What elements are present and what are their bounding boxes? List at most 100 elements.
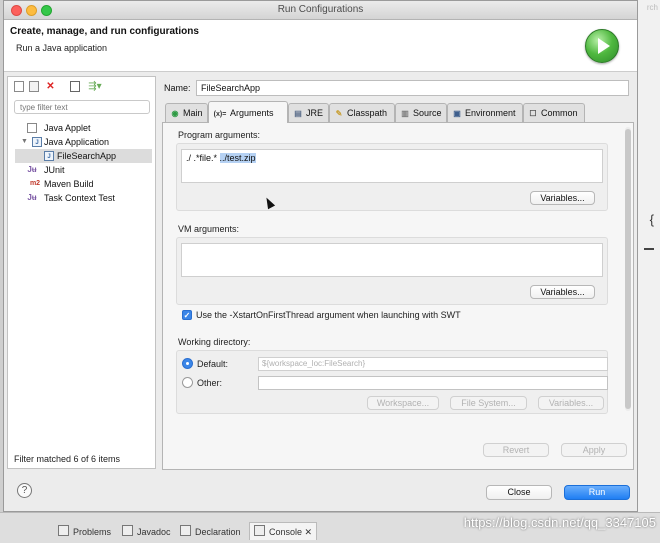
run-banner-icon xyxy=(585,29,619,63)
run-configurations-dialog: Run Configurations Create, manage, and r… xyxy=(3,0,638,512)
tree-item-label: Java Applet xyxy=(44,123,91,133)
maven-icon: m2 xyxy=(29,180,41,187)
tab-environment[interactable]: ▣ Environment xyxy=(447,103,523,122)
jre-tab-icon: ▤ xyxy=(294,109,302,118)
tree-item-label: Task Context Test xyxy=(44,193,115,203)
duplicate-configuration-icon[interactable] xyxy=(29,81,39,92)
tree-item-label: Java Application xyxy=(44,137,110,147)
program-arguments-text: ./ .*file.* xyxy=(186,153,220,163)
tab-label: Console xyxy=(269,527,303,537)
vm-arguments-textarea[interactable] xyxy=(181,243,603,277)
tab-console[interactable]: Console ✕ xyxy=(249,522,318,540)
filter-input[interactable] xyxy=(14,100,150,114)
filter-dropdown-icon[interactable]: ⇶▾ xyxy=(86,81,104,92)
tree-item-label: Maven Build xyxy=(44,179,94,189)
vm-arguments-label: VM arguments: xyxy=(178,224,240,234)
tree-item-filesearchapp[interactable]: J FileSearchApp xyxy=(15,149,152,163)
watermark-url: https://blog.csdn.net/qq_3347105 xyxy=(463,515,656,530)
tree-item-java-applet[interactable]: Java Applet xyxy=(8,121,155,135)
tree-item-junit[interactable]: Jʉ JUnit xyxy=(8,163,155,177)
tab-label: Source xyxy=(413,108,442,118)
java-applet-icon xyxy=(27,123,37,133)
vm-variables-button[interactable]: Variables... xyxy=(530,285,595,299)
expand-arrow-icon[interactable]: ▼ xyxy=(21,135,28,149)
main-tab-icon: ◉ xyxy=(171,109,179,118)
revert-button[interactable]: Revert xyxy=(483,443,549,457)
background-editor-right: rch { xyxy=(638,0,660,542)
maximize-window-button[interactable] xyxy=(41,5,52,16)
help-icon[interactable]: ? xyxy=(17,483,32,498)
working-directory-group: Default: ${workspace_loc:FileSearch} Oth… xyxy=(176,350,608,414)
program-arguments-group: ./ .*file.* ../test.zip Variables... xyxy=(176,143,608,211)
tab-arguments[interactable]: (x)= Arguments xyxy=(208,101,288,123)
program-variables-button[interactable]: Variables... xyxy=(530,191,595,205)
tab-jre[interactable]: ▤ JRE xyxy=(288,103,329,122)
close-tab-icon[interactable]: ✕ xyxy=(305,527,313,537)
tree-item-java-application[interactable]: ▼ J Java Application xyxy=(8,135,155,149)
name-field[interactable] xyxy=(196,80,629,96)
tab-label: Declaration xyxy=(195,527,241,537)
delete-configuration-icon[interactable]: ✕ xyxy=(45,81,56,92)
minimize-window-button[interactable] xyxy=(26,5,37,16)
tree-item-maven-build[interactable]: m2 Maven Build xyxy=(8,177,155,191)
working-directory-label: Working directory: xyxy=(178,337,251,347)
banner-title: Create, manage, and run configurations xyxy=(10,26,199,37)
other-radio[interactable] xyxy=(182,377,193,388)
java-application-icon: J xyxy=(44,151,54,161)
close-button[interactable]: Close xyxy=(486,485,552,500)
vm-arguments-group: Variables... xyxy=(176,237,608,305)
run-button[interactable]: Run xyxy=(564,485,630,500)
javadoc-icon xyxy=(122,525,133,536)
tab-label: Problems xyxy=(73,527,112,537)
program-arguments-selected-text: ../test.zip xyxy=(219,153,256,163)
background-search-text: rch xyxy=(646,3,658,12)
banner-subtitle: Run a Java application xyxy=(16,43,108,53)
workspace-button[interactable]: Workspace... xyxy=(367,396,439,410)
tab-label: Environment xyxy=(465,108,516,118)
tab-classpath[interactable]: ✎ Classpath xyxy=(329,103,395,122)
other-directory-field[interactable] xyxy=(258,376,608,390)
classpath-tab-icon: ✎ xyxy=(335,109,343,118)
console-icon xyxy=(254,525,265,536)
collapse-all-icon[interactable] xyxy=(70,81,80,92)
xstart-checkbox[interactable]: ✓ xyxy=(182,310,192,320)
tab-javadoc[interactable]: Javadoc xyxy=(122,525,171,537)
filter-status-text: Filter matched 6 of 6 items xyxy=(14,454,121,464)
close-window-button[interactable] xyxy=(11,5,22,16)
junit-icon: Jʉ xyxy=(27,193,37,202)
xstart-label: Use the -XstartOnFirstThread argument wh… xyxy=(196,310,461,320)
java-application-icon: J xyxy=(32,137,42,147)
new-configuration-icon[interactable] xyxy=(14,81,24,92)
arguments-tab-icon: (x)= xyxy=(213,111,227,118)
junit-icon: Jʉ xyxy=(27,165,37,174)
working-directory-variables-button[interactable]: Variables... xyxy=(538,396,604,410)
tab-label: Arguments xyxy=(230,108,274,118)
tab-common[interactable]: ☐ Common xyxy=(523,103,585,122)
file-system-button[interactable]: File System... xyxy=(450,396,527,410)
other-label: Other: xyxy=(197,378,223,388)
tab-source[interactable]: ▥ Source xyxy=(395,103,447,122)
default-radio[interactable] xyxy=(182,358,193,369)
config-tabs: ◉ Main (x)= Arguments ▤ JRE ✎ Classpath ▥ Sou… xyxy=(162,101,634,123)
tab-label: Classpath xyxy=(347,108,388,118)
environment-tab-icon: ▣ xyxy=(453,109,461,118)
program-arguments-textarea[interactable]: ./ .*file.* ../test.zip xyxy=(181,149,603,183)
default-directory-field: ${workspace_loc:FileSearch} xyxy=(258,357,608,371)
dialog-banner: Create, manage, and run configurations R… xyxy=(4,20,637,72)
window-title: Run Configurations xyxy=(277,4,364,15)
tab-label: JRE xyxy=(306,108,324,118)
tree-item-task-context-test[interactable]: Jʉ Task Context Test xyxy=(8,191,155,205)
apply-button[interactable]: Apply xyxy=(561,443,627,457)
tab-label: Common xyxy=(541,108,578,118)
source-tab-icon: ▥ xyxy=(401,109,409,118)
problems-icon xyxy=(58,525,69,536)
tree-item-label: JUnit xyxy=(44,165,65,175)
tab-declaration[interactable]: Declaration xyxy=(180,525,241,537)
scrollbar-thumb[interactable] xyxy=(625,129,631,409)
title-bar: Run Configurations xyxy=(4,1,637,20)
configuration-tree: Java Applet ▼ J Java Application J FileS… xyxy=(8,121,155,205)
background-code-brace: { xyxy=(649,212,654,227)
common-tab-icon: ☐ xyxy=(529,109,537,118)
tab-problems[interactable]: Problems xyxy=(58,525,111,537)
tab-main[interactable]: ◉ Main xyxy=(165,103,208,122)
